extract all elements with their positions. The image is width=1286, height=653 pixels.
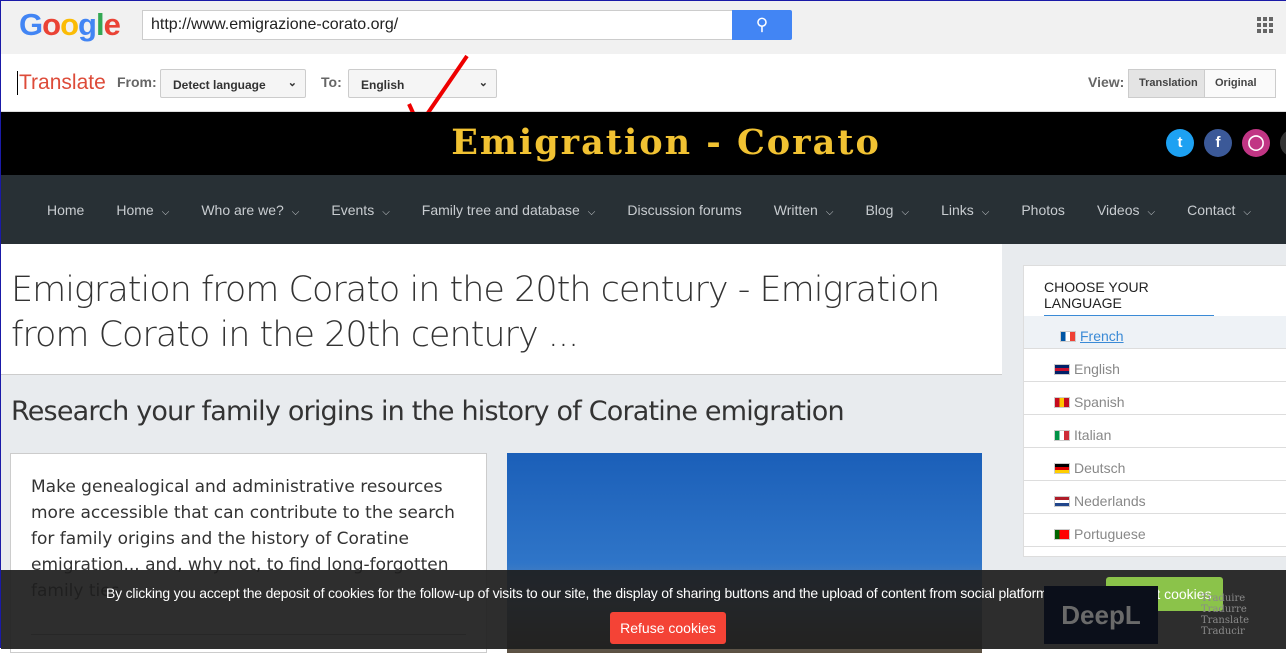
language-label: Spanish bbox=[1074, 394, 1125, 410]
word: Tradurre bbox=[1201, 604, 1247, 615]
chevron-down-icon: ⌵ bbox=[901, 207, 910, 218]
from-language-select[interactable]: Detect language ⌄ bbox=[160, 69, 306, 98]
chevron-down-icon: ⌵ bbox=[1243, 207, 1251, 218]
word: Traduire bbox=[1201, 593, 1246, 604]
flag-icon bbox=[1054, 462, 1070, 474]
chevron-down-icon: ⌵ bbox=[291, 207, 300, 218]
chevron-down-icon: ⌵ bbox=[1147, 207, 1156, 218]
language-option[interactable]: Italian bbox=[1024, 415, 1286, 448]
apps-grid-icon[interactable] bbox=[1257, 17, 1273, 33]
from-value: Detect language bbox=[173, 78, 266, 92]
flag-icon bbox=[1054, 528, 1070, 540]
language-option[interactable]: English bbox=[1024, 349, 1286, 382]
to-value: English bbox=[361, 78, 405, 92]
nav-item-label: Blog bbox=[865, 202, 894, 218]
language-option[interactable]: Nederlands bbox=[1024, 481, 1286, 514]
from-label: From: bbox=[117, 74, 157, 90]
language-label: Italian bbox=[1074, 427, 1112, 443]
nav-item[interactable]: Discussion forums bbox=[611, 202, 757, 218]
main-nav: Home Home ⌵ Who are we? ⌵ Events ⌵ Family tree … bbox=[1, 175, 1286, 245]
language-option[interactable]: French bbox=[1024, 316, 1286, 349]
chevron-down-icon: ⌵ bbox=[382, 207, 390, 218]
facebook-icon[interactable]: f bbox=[1204, 129, 1232, 157]
google-bar: Google http://www.emigrazione-corato.org… bbox=[1, 1, 1286, 54]
language-option[interactable]: Portuguese bbox=[1024, 514, 1286, 547]
search-icon: ⚲ bbox=[755, 15, 769, 34]
widget-title: CHOOSE YOUR LANGUAGE bbox=[1044, 279, 1214, 318]
nav-item[interactable]: Home bbox=[31, 202, 100, 218]
nav-item[interactable]: Written ⌵ bbox=[758, 202, 850, 218]
view-label: View: bbox=[1088, 74, 1125, 90]
nav-item-label: Videos bbox=[1096, 202, 1140, 218]
language-label: English bbox=[1074, 361, 1120, 377]
nav-item[interactable]: Videos ⌵ bbox=[1081, 202, 1171, 218]
chevron-down-icon: ⌄ bbox=[287, 77, 297, 89]
to-label: To: bbox=[321, 74, 342, 90]
nav-item[interactable]: Home ⌵ bbox=[100, 202, 185, 218]
word: Traducir bbox=[1201, 626, 1245, 637]
nav-item[interactable]: Family tree and database ⌵ bbox=[406, 202, 612, 218]
flag-icon bbox=[1060, 330, 1076, 342]
nav-item-label: Contact bbox=[1187, 202, 1236, 218]
word: Translate bbox=[1201, 615, 1250, 626]
google-logo[interactable]: Google bbox=[19, 7, 121, 43]
language-label: French bbox=[1080, 328, 1124, 344]
language-label: Deutsch bbox=[1074, 460, 1126, 476]
chevron-down-icon: ⌵ bbox=[825, 207, 834, 218]
search-button[interactable]: ⚲ bbox=[732, 10, 792, 40]
translate-bar: Translate From: Detect language ⌄ To: Eng… bbox=[1, 54, 1286, 129]
nav-item-label: Events bbox=[331, 202, 375, 218]
instagram-icon[interactable]: ◯ bbox=[1242, 129, 1270, 157]
nav-item-label: Photos bbox=[1021, 202, 1065, 218]
flag-icon bbox=[1054, 495, 1070, 507]
page-subtitle: Research your family origins in the hist… bbox=[11, 396, 845, 427]
site-header: Emigration - Corato t f ◯ bbox=[1, 112, 1286, 175]
site-title[interactable]: Emigration - Corato bbox=[1, 122, 1286, 163]
url-input[interactable]: http://www.emigrazione-corato.org/ bbox=[142, 10, 733, 40]
chevron-down-icon: ⌵ bbox=[161, 207, 170, 218]
view-original-button[interactable]: Original bbox=[1204, 69, 1276, 98]
language-option[interactable]: Deutsch bbox=[1024, 448, 1286, 481]
refuse-cookies-button[interactable]: Refuse cookies bbox=[610, 612, 726, 644]
nav-item[interactable]: Events ⌵ bbox=[315, 202, 405, 218]
nav-item[interactable]: Blog ⌵ bbox=[849, 202, 925, 218]
nav-item-label: Discussion forums bbox=[627, 202, 742, 218]
chevron-down-icon: ⌄ bbox=[478, 77, 488, 89]
nav-item[interactable]: Contact ⌵ bbox=[1171, 202, 1267, 218]
cookie-text: By clicking you accept the deposit of co… bbox=[106, 585, 1058, 601]
translate-words: Traduire Tradurre Translate Traducir bbox=[1201, 593, 1249, 637]
chevron-down-icon: ⌵ bbox=[981, 207, 990, 218]
nav-item-label: Home bbox=[116, 202, 154, 218]
twitter-icon[interactable]: t bbox=[1166, 129, 1194, 157]
language-label: Nederlands bbox=[1074, 493, 1146, 509]
flag-icon bbox=[1054, 396, 1070, 408]
language-widget: CHOOSE YOUR LANGUAGE French English Spanis… bbox=[1023, 265, 1286, 557]
nav-item[interactable]: Links ⌵ bbox=[925, 202, 1005, 218]
flag-icon bbox=[1054, 363, 1070, 375]
page-title: Emigration from Corato in the 20th centu… bbox=[11, 270, 940, 355]
nav-item-label: Written bbox=[773, 202, 818, 218]
translate-title: Translate bbox=[17, 71, 106, 95]
nav-item-label: Home bbox=[47, 202, 85, 218]
view-translation-button[interactable]: Translation bbox=[1128, 69, 1209, 98]
nav-item-label: Who are we? bbox=[201, 202, 284, 218]
chevron-down-icon: ⌵ bbox=[587, 207, 596, 218]
language-option[interactable]: Spanish bbox=[1024, 382, 1286, 415]
nav-item-label: Family tree and database bbox=[421, 202, 580, 218]
flag-icon bbox=[1054, 429, 1070, 441]
nav-item[interactable]: Photos bbox=[1005, 202, 1081, 218]
nav-item-label: Links bbox=[941, 202, 974, 218]
language-label: Portuguese bbox=[1074, 526, 1146, 542]
deepl-logo[interactable]: DeepL bbox=[1044, 586, 1158, 644]
nav-item[interactable]: Who are we? ⌵ bbox=[185, 202, 315, 218]
